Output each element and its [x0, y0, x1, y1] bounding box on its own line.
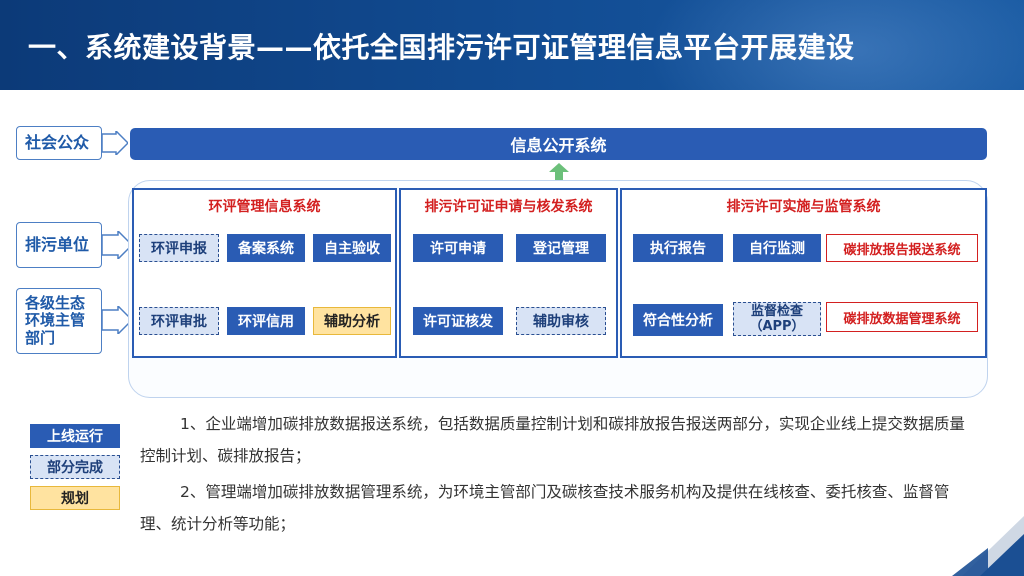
module-self-acceptance[interactable]: 自主验收	[313, 234, 391, 262]
side-label-public-text: 社会公众	[25, 132, 90, 152]
module-self-monitoring[interactable]: 自行监测	[733, 234, 821, 262]
panel-supervision-title: 排污许可实施与监管系统	[726, 199, 881, 215]
legend-partial: 部分完成	[30, 455, 120, 479]
corner-decoration	[952, 516, 1024, 576]
side-label-public: 社会公众	[16, 126, 102, 160]
legend-online: 上线运行	[30, 424, 120, 448]
side-label-enterprise-text: 排污单位	[25, 234, 90, 254]
panel-permit-title: 排污许可证申请与核发系统	[424, 199, 593, 215]
module-eia-approval[interactable]: 环评审批	[139, 307, 219, 335]
module-registration[interactable]: 登记管理	[516, 234, 606, 262]
info-disclosure-bar: 信息公开系统	[130, 128, 987, 160]
side-label-government: 各级生态 环境主管 部门	[16, 288, 102, 354]
arrow-up-icon	[549, 163, 569, 181]
module-supervision-inspection[interactable]: 监督检查 （APP）	[733, 302, 821, 336]
panel-eia-title: 环评管理信息系统	[208, 199, 321, 215]
module-eia-analysis[interactable]: 辅助分析	[313, 307, 391, 335]
module-carbon-data-management[interactable]: 碳排放数据管理系统	[826, 302, 978, 332]
side-label-gov-line2: 环境主管	[25, 311, 86, 330]
legend-planned: 规划	[30, 486, 120, 510]
page-title: 一、系统建设背景——依托全国排污许可证管理信息平台开展建设	[28, 31, 855, 64]
note-paragraph-1: 1、企业端增加碳排放数据报送系统，包括数据质量控制计划和碳排放报告报送两部分，实…	[140, 415, 965, 465]
note-paragraph-2: 2、管理端增加碳排放数据管理系统，为环境主管部门及碳核查技术服务机构及提供在线核…	[140, 483, 950, 533]
info-disclosure-label: 信息公开系统	[510, 136, 607, 155]
module-eia-credit[interactable]: 环评信用	[227, 307, 305, 335]
module-review-assist[interactable]: 辅助审核	[516, 307, 606, 335]
module-eia-declare[interactable]: 环评申报	[139, 234, 219, 262]
side-label-enterprise: 排污单位	[16, 222, 102, 268]
module-carbon-report-submission[interactable]: 碳排放报告报送系统	[826, 234, 978, 262]
module-permit-issue[interactable]: 许可证核发	[413, 307, 503, 335]
module-supervision-inspection-sub: （APP）	[749, 319, 805, 334]
module-compliance-analysis[interactable]: 符合性分析	[633, 304, 723, 336]
module-supervision-inspection-label: 监督检查	[750, 304, 803, 319]
side-label-gov-line1: 各级生态	[25, 294, 86, 313]
module-permit-apply[interactable]: 许可申请	[413, 234, 503, 262]
module-execution-report[interactable]: 执行报告	[633, 234, 723, 262]
side-label-gov-line3: 部门	[25, 328, 56, 347]
header-banner: 一、系统建设背景——依托全国排污许可证管理信息平台开展建设	[0, 0, 1024, 90]
module-filing-system[interactable]: 备案系统	[227, 234, 305, 262]
arrow-right-icon	[102, 131, 128, 155]
